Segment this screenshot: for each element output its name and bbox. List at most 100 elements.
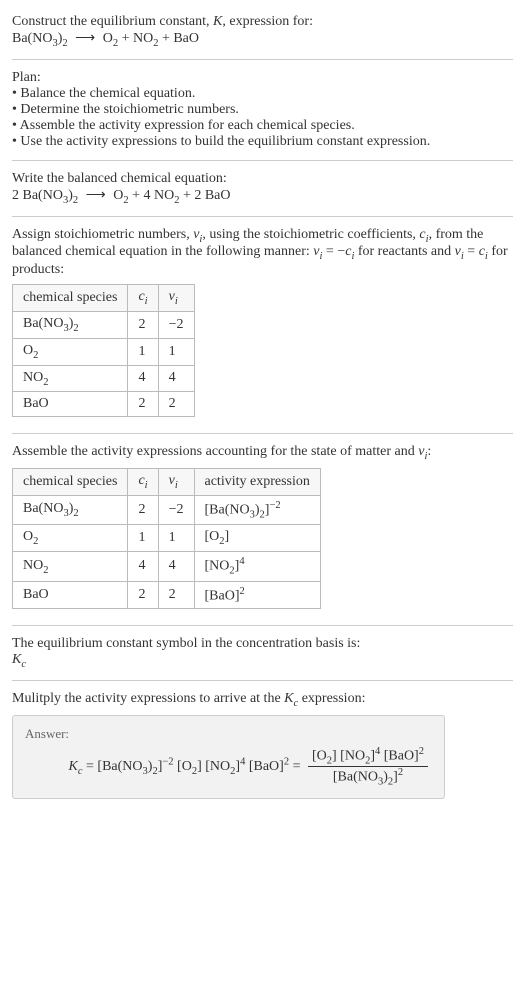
divider — [12, 59, 513, 60]
intro-section: Construct the equilibrium constant, K, e… — [12, 8, 513, 55]
text: + 2 BaO — [179, 188, 230, 203]
cell-v: 1 — [158, 338, 194, 365]
sub: 2 — [73, 195, 78, 206]
cell-v: 4 — [158, 552, 194, 581]
table-row: BaO 2 2 [BaO]2 — [13, 581, 321, 609]
cell-species: NO2 — [13, 552, 128, 581]
cell-c: 2 — [128, 392, 158, 417]
text: + NO — [118, 31, 153, 46]
text: O — [103, 31, 113, 46]
cell-activity: [NO2]4 — [194, 552, 320, 581]
divider — [12, 160, 513, 161]
plan-title: Plan: — [12, 70, 513, 86]
assign-section: Assign stoichiometric numbers, νi, using… — [12, 221, 513, 430]
fraction: [O2] [NO2]4 [BaO]2 [Ba(NO3)2]2 — [308, 746, 428, 788]
unbalanced-equation: Ba(NO3)2 ⟶ O2 + NO2 + BaO — [12, 30, 513, 49]
text: + 4 NO — [129, 188, 175, 203]
balanced-title: Write the balanced chemical equation: — [12, 171, 513, 187]
col-species: chemical species — [13, 285, 128, 312]
cell-v: 1 — [158, 525, 194, 552]
arrow-icon: ⟶ — [82, 188, 110, 203]
multiply-text: Mulitply the activity expressions to arr… — [12, 691, 513, 709]
table-header-row: chemical species ci νi activity expressi… — [13, 469, 321, 496]
col-activity: activity expression — [194, 469, 320, 496]
divider — [12, 216, 513, 217]
text: Mulitply the activity expressions to arr… — [12, 691, 284, 706]
symbol-text: The equilibrium constant symbol in the c… — [12, 636, 513, 652]
table-header-row: chemical species ci νi — [13, 285, 195, 312]
table-row: Ba(NO3)2 2 −2 — [13, 311, 195, 338]
intro-line1: Construct the equilibrium constant, K, e… — [12, 14, 513, 30]
table-row: NO2 4 4 [NO2]4 — [13, 552, 321, 581]
cell-c: 1 — [128, 338, 158, 365]
cell-c: 4 — [128, 365, 158, 392]
arrow-icon: ⟶ — [71, 31, 99, 46]
cell-c: 2 — [128, 581, 158, 609]
col-vi: νi — [158, 469, 194, 496]
cell-species: NO2 — [13, 365, 128, 392]
cell-v: 4 — [158, 365, 194, 392]
cell-species: BaO — [13, 581, 128, 609]
table-row: O2 1 1 [O2] — [13, 525, 321, 552]
stoich-table: chemical species ci νi Ba(NO3)2 2 −2 O2 … — [12, 284, 195, 417]
plan-item: • Use the activity expressions to build … — [12, 134, 513, 150]
divider — [12, 433, 513, 434]
text: Construct the equilibrium constant, — [12, 14, 213, 29]
cell-activity: [O2] — [194, 525, 320, 552]
table-row: BaO 2 2 — [13, 392, 195, 417]
answer-box: Answer: Kc = [Ba(NO3)2]−2 [O2] [NO2]4 [B… — [12, 715, 445, 799]
cell-c: 1 — [128, 525, 158, 552]
cell-species: BaO — [13, 392, 128, 417]
cell-species: Ba(NO3)2 — [13, 311, 128, 338]
cell-activity: [BaO]2 — [194, 581, 320, 609]
text: = − — [322, 244, 345, 259]
cell-v: 2 — [158, 392, 194, 417]
multiply-section: Mulitply the activity expressions to arr… — [12, 685, 513, 817]
cell-species: O2 — [13, 525, 128, 552]
answer-equation: Kc = [Ba(NO3)2]−2 [O2] [NO2]4 [BaO]2 = [… — [25, 746, 432, 788]
col-ci: ci — [128, 469, 158, 496]
text: = — [464, 244, 479, 259]
plan-item: • Assemble the activity expression for e… — [12, 118, 513, 134]
col-species: chemical species — [13, 469, 128, 496]
cell-species: O2 — [13, 338, 128, 365]
table-row: O2 1 1 — [13, 338, 195, 365]
assemble-text: Assemble the activity expressions accoun… — [12, 444, 513, 462]
cell-v: 2 — [158, 581, 194, 609]
text: Assemble the activity expressions accoun… — [12, 444, 418, 459]
table-row: NO2 4 4 — [13, 365, 195, 392]
assemble-section: Assemble the activity expressions accoun… — [12, 438, 513, 621]
col-vi: νi — [158, 285, 194, 312]
text: Assign stoichiometric numbers, — [12, 227, 193, 242]
divider — [12, 680, 513, 681]
cell-species: Ba(NO3)2 — [13, 495, 128, 524]
text: + BaO — [158, 31, 199, 46]
kc-symbol: Kc — [12, 652, 513, 670]
sub: i — [145, 296, 148, 307]
plan-section: Plan: • Balance the chemical equation. •… — [12, 64, 513, 156]
k-symbol: K — [213, 14, 222, 29]
text: Ba(NO — [12, 31, 52, 46]
numerator: [O2] [NO2]4 [BaO]2 — [308, 746, 428, 767]
activity-table: chemical species ci νi activity expressi… — [12, 468, 321, 609]
text: : — [427, 444, 431, 459]
col-ci: ci — [128, 285, 158, 312]
sub: 2 — [62, 38, 67, 49]
denominator: [Ba(NO3)2]2 — [308, 767, 428, 787]
cell-activity: [Ba(NO3)2]−2 — [194, 495, 320, 524]
text: , expression for: — [222, 14, 313, 29]
k-symbol: K — [69, 759, 78, 774]
balanced-section: Write the balanced chemical equation: 2 … — [12, 165, 513, 212]
text: expression: — [298, 691, 365, 706]
cell-c: 2 — [128, 311, 158, 338]
answer-label: Answer: — [25, 726, 432, 742]
text: = — [293, 759, 304, 774]
k-symbol: K — [284, 691, 293, 706]
symbol-section: The equilibrium constant symbol in the c… — [12, 630, 513, 676]
cell-v: −2 — [158, 311, 194, 338]
cell-v: −2 — [158, 495, 194, 524]
table-row: Ba(NO3)2 2 −2 [Ba(NO3)2]−2 — [13, 495, 321, 524]
cell-c: 2 — [128, 495, 158, 524]
plan-item: • Determine the stoichiometric numbers. — [12, 102, 513, 118]
sub: i — [175, 296, 178, 307]
